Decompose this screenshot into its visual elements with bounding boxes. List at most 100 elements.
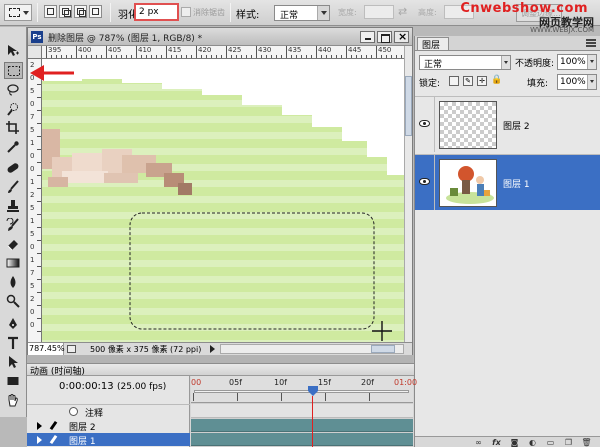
opacity-input[interactable]: 100% [557, 54, 597, 70]
intersect-selection-button[interactable] [89, 5, 102, 18]
group-icon[interactable]: ▭ [545, 438, 556, 447]
pen-tool-icon[interactable] [4, 316, 23, 333]
vertical-scrollbar[interactable] [404, 46, 412, 342]
adjustment-icon[interactable]: ◐ [527, 438, 538, 447]
timeline-ruler[interactable]: 00 05f 10f 15f 20f 01:00 [191, 376, 417, 403]
clone-stamp-tool-icon[interactable] [4, 198, 23, 215]
stopwatch-icon[interactable] [69, 407, 78, 416]
expand-triangle-icon[interactable] [37, 422, 42, 430]
dodge-tool-icon[interactable] [4, 293, 23, 310]
ruler-origin[interactable] [28, 46, 42, 59]
move-tool-icon[interactable] [4, 43, 23, 60]
ruler-tick-label: 0 [30, 165, 35, 173]
fill-input[interactable]: 100% [557, 74, 597, 90]
ruler-tick-label: 395 [48, 46, 62, 54]
layer-row[interactable]: 图层 2 [415, 96, 600, 152]
close-button[interactable] [394, 30, 409, 43]
rectangle-shape-tool-icon[interactable] [4, 373, 23, 390]
antialias-checkbox[interactable] [181, 7, 191, 17]
quick-selection-tool-icon[interactable] [4, 101, 23, 118]
ruler-tick [211, 55, 212, 58]
zoom-field[interactable]: 787.45% [28, 343, 65, 355]
opacity-slider-arrow-icon[interactable] [587, 55, 596, 69]
path-selection-tool-icon[interactable] [4, 354, 23, 371]
style-value: 正常 [280, 11, 299, 21]
eraser-tool-icon[interactable] [4, 236, 23, 253]
layer-name[interactable]: 图层 2 [503, 119, 530, 132]
ruler-tick [301, 55, 302, 58]
timeline-tick [369, 393, 370, 401]
layer-duration-bar[interactable] [191, 433, 413, 446]
expand-triangle-icon[interactable] [37, 436, 42, 444]
layer-name[interactable]: 图层 1 [503, 177, 530, 190]
rectangular-marquee-tool-icon[interactable] [4, 62, 23, 79]
style-select[interactable]: 正常 [274, 5, 330, 21]
new-layer-icon[interactable]: ❐ [563, 438, 574, 447]
ruler-tick-label: 435 [288, 46, 302, 54]
add-to-selection-button[interactable] [59, 5, 72, 18]
style-label: 样式: [236, 10, 260, 21]
document-info-icon[interactable] [67, 345, 76, 353]
subtract-from-selection-button[interactable] [74, 5, 87, 18]
document-titlebar[interactable]: Ps 删除图层 @ 787% (图层 1, RGB/8) * [28, 28, 412, 46]
ruler-tick [131, 55, 132, 58]
panel-menu-icon[interactable] [586, 39, 596, 47]
visibility-toggle[interactable] [415, 97, 435, 152]
gradient-tool-icon[interactable] [4, 255, 23, 272]
fx-icon[interactable]: fx [491, 438, 502, 447]
mask-icon[interactable]: ◙ [509, 438, 520, 447]
horizontal-ruler[interactable]: 395 400 405 410 415 420 425 430 435 440 445 450 [42, 46, 404, 59]
layer-duration-bar[interactable] [191, 419, 413, 432]
ruler-tick-label: 7 [30, 269, 35, 277]
work-area-bar[interactable] [194, 390, 409, 393]
ruler-tick-label: 400 [78, 46, 92, 54]
horizontal-scroll-thumb[interactable] [371, 345, 395, 353]
comments-track[interactable]: 注释 [27, 404, 190, 419]
playhead-handle[interactable] [308, 386, 318, 396]
status-menu-arrow-icon[interactable] [210, 345, 215, 353]
brush-tool-icon[interactable] [4, 179, 23, 196]
lock-transparency-icon[interactable] [449, 76, 459, 86]
ruler-tick [241, 55, 242, 58]
ruler-tick-label: 1 [30, 217, 35, 225]
blur-tool-icon[interactable] [4, 274, 23, 291]
vertical-ruler[interactable]: 205075100125150175200 [28, 59, 42, 342]
feather-input[interactable]: 2 px [134, 3, 179, 21]
lock-image-icon[interactable]: ✎ [463, 76, 473, 86]
healing-brush-tool-icon[interactable] [4, 160, 23, 177]
eye-icon [419, 120, 430, 127]
new-selection-button[interactable] [44, 5, 57, 18]
minimize-button[interactable] [360, 31, 375, 43]
timeline-track-selected[interactable]: 图层 1 [27, 433, 190, 447]
lock-all-icon[interactable]: 🔒 [491, 76, 502, 86]
lasso-tool-icon[interactable] [4, 82, 23, 99]
ruler-tick [401, 55, 402, 58]
vertical-scroll-thumb[interactable] [405, 76, 412, 136]
crop-tool-icon[interactable] [4, 120, 23, 137]
document-canvas[interactable] [42, 59, 404, 342]
width-input[interactable] [364, 5, 394, 19]
fill-slider-arrow-icon[interactable] [587, 75, 596, 89]
tool-preset-picker[interactable] [4, 4, 32, 21]
hand-tool-icon[interactable] [4, 392, 23, 409]
blend-mode-value: 正常 [424, 60, 443, 70]
swap-dimensions-icon[interactable]: ⇄ [398, 5, 407, 18]
lock-position-icon[interactable]: ✛ [477, 76, 487, 86]
current-time-display[interactable]: 0:00:00:13 [59, 381, 114, 392]
ruler-tick-label: 425 [228, 46, 242, 54]
horizontal-scrollbar[interactable] [220, 344, 404, 354]
link-icon[interactable]: ∞ [473, 438, 484, 447]
tab-layers[interactable]: 图层 [417, 37, 449, 51]
timeline-area[interactable]: 00 05f 10f 15f 20f 01:00 [191, 376, 417, 447]
maximize-button[interactable] [377, 31, 392, 43]
history-brush-tool-icon[interactable] [4, 217, 23, 234]
timeline-track[interactable]: 图层 2 [27, 419, 190, 433]
type-tool-icon[interactable] [4, 335, 23, 352]
eyedropper-tool-icon[interactable] [4, 139, 23, 156]
layer-row-selected[interactable]: 图层 1 [415, 154, 600, 210]
comments-lane[interactable] [191, 404, 413, 418]
visibility-toggle[interactable] [415, 155, 435, 210]
trash-icon[interactable]: 🗑 [581, 438, 592, 447]
tab-animation-timeline[interactable]: 动画 (时间轴) [27, 364, 414, 377]
blend-mode-select[interactable]: 正常 [419, 55, 511, 70]
